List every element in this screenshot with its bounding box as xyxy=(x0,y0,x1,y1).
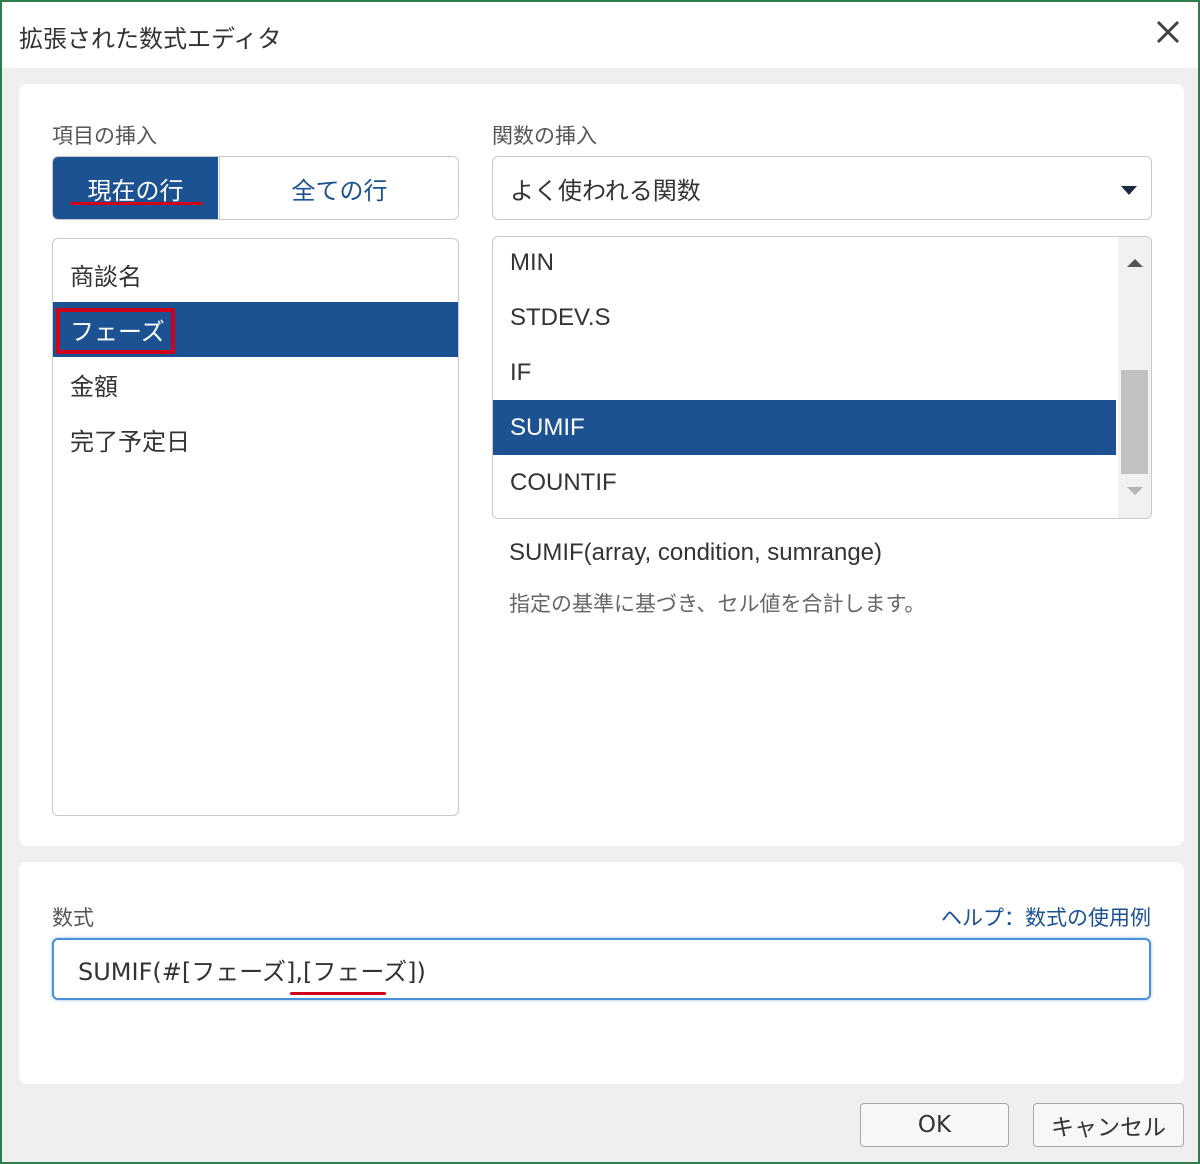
function-category-value: よく使われる関数 xyxy=(510,176,701,205)
highlight-underline-formula xyxy=(290,992,386,995)
tab-current-row[interactable]: 現在の行 xyxy=(53,157,218,219)
field-item-close-date[interactable]: 完了予定日 xyxy=(53,412,458,467)
chevron-down-icon xyxy=(1121,186,1137,195)
close-icon[interactable] xyxy=(1152,16,1184,48)
formula-label: 数式 xyxy=(52,906,94,930)
dialog-title: 拡張された数式エディタ xyxy=(19,25,282,53)
insert-panel: 項目の挿入 現在の行 全ての行 商談名 フェーズ 金額 完了予定日 関数の挿入 … xyxy=(19,84,1184,846)
scroll-down-arrow-icon[interactable] xyxy=(1127,487,1143,495)
function-description: 指定の基準に基づき、セル値を合計します。 xyxy=(509,592,926,616)
insert-field-label: 項目の挿入 xyxy=(52,124,157,148)
field-item-amount[interactable]: 金額 xyxy=(53,357,458,412)
formula-help-link[interactable]: ヘルプ：数式の使用例 xyxy=(941,902,1151,932)
highlight-underline-tab xyxy=(70,202,203,205)
row-scope-toggle: 現在の行 全ての行 xyxy=(52,156,459,220)
ok-button[interactable]: OK xyxy=(860,1103,1009,1147)
function-item-stdev-s[interactable]: STDEV.S xyxy=(493,290,1116,345)
tab-all-rows[interactable]: 全ての行 xyxy=(219,157,458,219)
function-signature: SUMIF(array, condition, sumrange) xyxy=(509,539,883,566)
function-category-select[interactable]: よく使われる関数 xyxy=(492,156,1152,220)
function-list: MIN STDEV.S IF SUMIF COUNTIF xyxy=(492,236,1152,519)
scroll-up-arrow-icon[interactable] xyxy=(1127,259,1143,267)
field-list: 商談名 フェーズ 金額 完了予定日 xyxy=(52,238,459,816)
title-bar: 拡張された数式エディタ xyxy=(2,2,1198,68)
function-item-sumif[interactable]: SUMIF xyxy=(493,400,1116,455)
function-item-if[interactable]: IF xyxy=(493,345,1116,400)
cancel-button[interactable]: キャンセル xyxy=(1033,1103,1184,1147)
highlight-box-phase xyxy=(56,308,175,354)
scroll-thumb[interactable] xyxy=(1121,370,1148,474)
function-item-min[interactable]: MIN xyxy=(493,237,1116,290)
formula-input-value: SUMIF(#[フェーズ],[フェーズ]) xyxy=(78,957,426,986)
field-item-opportunity-name[interactable]: 商談名 xyxy=(53,247,458,302)
formula-editor-dialog: 拡張された数式エディタ 項目の挿入 現在の行 全ての行 商談名 フェーズ 金額 … xyxy=(0,0,1200,1164)
insert-function-label: 関数の挿入 xyxy=(492,124,597,148)
formula-input[interactable]: SUMIF(#[フェーズ],[フェーズ]) xyxy=(52,938,1151,1000)
formula-panel: 数式 ヘルプ：数式の使用例 SUMIF(#[フェーズ],[フェーズ]) xyxy=(19,862,1184,1084)
function-item-countif[interactable]: COUNTIF xyxy=(493,455,1116,510)
function-list-scrollbar[interactable] xyxy=(1118,237,1151,518)
